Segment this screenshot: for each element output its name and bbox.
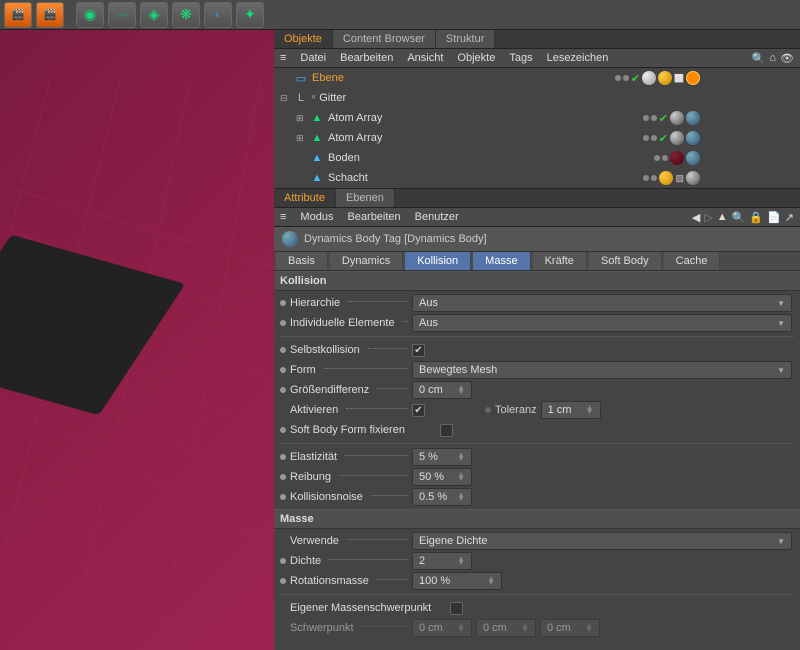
lbl-softbody: Soft Body Form fixieren (290, 424, 405, 436)
tab-objekte[interactable]: Objekte (274, 30, 333, 48)
object-tree[interactable]: ▭ Ebene ✔ ⬜ ⊟L⁰ Gitter ⊞▲ Atom Array ✔ (274, 68, 800, 189)
eye-icon[interactable]: 👁 (780, 52, 794, 65)
generator-icon[interactable]: ❋ (172, 2, 200, 28)
search-icon[interactable]: 🔍 (752, 52, 766, 65)
lbl-hierarchie: Hierarchie (290, 297, 340, 309)
dropdown-form[interactable]: Bewegtes Mesh▼ (412, 361, 792, 379)
tab-ebenen[interactable]: Ebenen (336, 189, 395, 207)
header-label: Dynamics Body Tag [Dynamics Body] (304, 233, 487, 245)
checkbox-selbstkollision[interactable]: ✔ (412, 344, 425, 357)
field-noise[interactable]: 0.5 %▲▼ (412, 488, 472, 506)
lbl-groesse: Größendifferenz (290, 384, 369, 396)
menu-bearbeiten[interactable]: Bearbeiten (340, 52, 393, 64)
tree-item-gitter[interactable]: Gitter (319, 92, 409, 104)
ptab-basis[interactable]: Basis (276, 252, 328, 270)
dropdown-indiv[interactable]: Aus▼ (412, 314, 792, 332)
field-schwer-y: 0 cm▲▼ (476, 619, 536, 637)
dropdown-verwende[interactable]: Eigene Dichte▼ (412, 532, 792, 550)
tab-attribute[interactable]: Attribute (274, 189, 336, 207)
lbl-reibung: Reibung (290, 471, 331, 483)
tab-struktur[interactable]: Struktur (436, 30, 496, 48)
checkbox-eigener-schwerpunkt[interactable] (450, 602, 463, 615)
top-toolbar: 🎬 🎬 ◉ 〰 ◈ ❋ ◐ ✦ (0, 0, 800, 30)
menu-lesezeichen[interactable]: Lesezeichen (547, 52, 609, 64)
checkbox-softbody-fix[interactable] (440, 424, 453, 437)
hamburger-icon[interactable]: ≡ (280, 211, 286, 223)
ptab-masse[interactable]: Masse (473, 252, 530, 270)
home-icon[interactable]: ⌂ (769, 52, 776, 65)
ptab-softbody[interactable]: Soft Body (589, 252, 662, 270)
tree-item-schacht[interactable]: Schacht (328, 172, 418, 184)
cube-icon[interactable]: ◉ (76, 2, 104, 28)
checkbox-aktivieren[interactable]: ✔ (412, 404, 425, 417)
field-dichte[interactable]: 2▲▼ (412, 552, 472, 570)
nurbs-icon[interactable]: ◈ (140, 2, 168, 28)
ptab-kraefte[interactable]: Kräfte (533, 252, 587, 270)
render-icon[interactable]: 🎬 (4, 2, 32, 28)
section-kollision: Kollision (274, 271, 800, 291)
field-groesse[interactable]: 0 cm▲▼ (412, 381, 472, 399)
section-masse: Masse (274, 509, 800, 529)
tree-item-atom2[interactable]: Atom Array (328, 132, 418, 144)
field-rotmasse[interactable]: 100 %▲▼ (412, 572, 502, 590)
menu-datei[interactable]: Datei (300, 52, 326, 64)
new-icon[interactable]: 📄 (767, 211, 781, 224)
menu-modus[interactable]: Modus (300, 211, 333, 223)
attribute-tabs: Attribute Ebenen (274, 189, 800, 208)
tab-content-browser[interactable]: Content Browser (333, 30, 436, 48)
lbl-eigener: Eigener Massenschwerpunkt (290, 602, 431, 614)
ptab-kollision[interactable]: Kollision (405, 252, 471, 270)
spline-icon[interactable]: 〰 (108, 2, 136, 28)
viewport-3d[interactable] (0, 30, 274, 650)
ext-icon[interactable]: ↗ (785, 211, 794, 224)
hamburger-icon[interactable]: ≡ (280, 52, 286, 64)
lock-icon[interactable]: 🔒 (749, 211, 763, 224)
lbl-toleranz: Toleranz (495, 404, 537, 416)
attribute-menu: ≡ Modus Bearbeiten Benutzer ◀ ▷ ▲ 🔍 🔒 📄 … (274, 208, 800, 227)
lbl-noise: Kollisionsnoise (290, 491, 363, 503)
lbl-verwende: Verwende (290, 535, 339, 547)
lbl-schwerpunkt: Schwerpunkt (290, 622, 354, 634)
dynamics-tag-icon (282, 231, 298, 247)
deformer-icon[interactable]: ◐ (204, 2, 232, 28)
field-schwer-x: 0 cm▲▼ (412, 619, 472, 637)
back-icon[interactable]: ◀ (692, 211, 700, 224)
menu-bearbeiten2[interactable]: Bearbeiten (347, 211, 400, 223)
lbl-rotmasse: Rotationsmasse (290, 575, 369, 587)
scene-icon[interactable]: ✦ (236, 2, 264, 28)
field-elast[interactable]: 5 %▲▼ (412, 448, 472, 466)
tree-item-boden[interactable]: Boden (328, 152, 418, 164)
menu-tags[interactable]: Tags (509, 52, 532, 64)
lbl-indiv: Individuelle Elemente (290, 317, 395, 329)
dropdown-hierarchie[interactable]: Aus▼ (412, 294, 792, 312)
object-manager-menu: ≡ Datei Bearbeiten Ansicht Objekte Tags … (274, 49, 800, 68)
render-settings-icon[interactable]: 🎬 (36, 2, 64, 28)
menu-objekte[interactable]: Objekte (457, 52, 495, 64)
property-tabs: Basis Dynamics Kollision Masse Kräfte So… (274, 252, 800, 271)
menu-ansicht[interactable]: Ansicht (407, 52, 443, 64)
menu-benutzer[interactable]: Benutzer (415, 211, 459, 223)
object-manager-tabs: Objekte Content Browser Struktur (274, 30, 800, 49)
field-schwer-z: 0 cm▲▼ (540, 619, 600, 637)
field-reibung[interactable]: 50 %▲▼ (412, 468, 472, 486)
up-icon[interactable]: ▲ (717, 211, 728, 224)
field-toleranz[interactable]: 1 cm▲▼ (541, 401, 601, 419)
tree-item-atom1[interactable]: Atom Array (328, 112, 418, 124)
search2-icon[interactable]: 🔍 (732, 211, 746, 224)
lbl-form: Form (290, 364, 316, 376)
tree-item-ebene[interactable]: Ebene (312, 72, 402, 84)
lbl-selbst: Selbstkollision (290, 344, 360, 356)
lbl-aktivieren: Aktivieren (290, 404, 338, 416)
lbl-dichte: Dichte (290, 555, 321, 567)
ptab-dynamics[interactable]: Dynamics (330, 252, 403, 270)
attribute-header: Dynamics Body Tag [Dynamics Body] (274, 227, 800, 252)
ptab-cache[interactable]: Cache (664, 252, 721, 270)
lbl-elast: Elastizität (290, 451, 337, 463)
